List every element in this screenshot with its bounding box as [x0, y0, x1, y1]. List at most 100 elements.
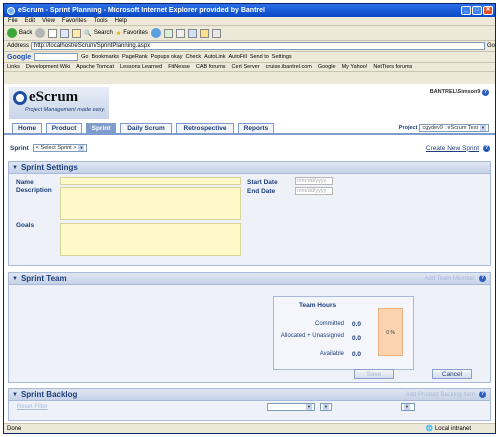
bookmarks-button[interactable]: Bookmarks: [91, 54, 119, 60]
favorites-button[interactable]: ★ Favorites: [116, 30, 148, 37]
autofill-button[interactable]: AutoFill: [228, 54, 246, 60]
help-icon[interactable]: ?: [483, 144, 490, 152]
help-icon[interactable]: ?: [482, 89, 489, 96]
help-icon[interactable]: ?: [479, 391, 486, 398]
link-item[interactable]: Apache Tomcat: [76, 64, 114, 70]
sprint-backlog-header[interactable]: ▼ Sprint Backlog Add Product Backlog Ite…: [8, 388, 491, 401]
filter-dropdown[interactable]: ▼: [320, 403, 332, 411]
menu-help[interactable]: Help: [115, 18, 127, 24]
menu-edit[interactable]: Edit: [25, 18, 35, 24]
edit-icon[interactable]: [187, 28, 197, 38]
link-item[interactable]: FitNesse: [168, 64, 190, 70]
cancel-button[interactable]: Cancel: [432, 369, 472, 379]
star-icon: ★: [115, 30, 122, 37]
tab-retrospective[interactable]: Retrospective: [176, 123, 234, 133]
menu-favorites[interactable]: Favorites: [62, 18, 87, 24]
ie-icon: [7, 6, 15, 15]
collapse-icon[interactable]: ▼: [12, 392, 18, 398]
link-item[interactable]: CAB forums: [196, 64, 226, 70]
allocated-value: 0.0: [352, 335, 362, 342]
hours-percent-bar: 0 %: [378, 308, 403, 356]
tab-bar: Home Product Sprint Daily Scrum Retrospe…: [4, 123, 495, 135]
escrum-logo: eScrum Project Management made easy.: [9, 87, 109, 119]
home-icon[interactable]: [72, 28, 82, 38]
sendto-button[interactable]: Send to: [250, 54, 269, 60]
refresh-icon[interactable]: [60, 28, 70, 38]
maximize-button[interactable]: □: [472, 6, 482, 15]
user-info: BANTREL\Simson9 ?: [430, 89, 489, 96]
address-input[interactable]: http://localhost/eScrum/SprintPlanning.a…: [31, 42, 485, 50]
menu-file[interactable]: File: [8, 18, 18, 24]
link-item[interactable]: NetTiers forums: [373, 64, 412, 70]
link-item[interactable]: Lessons Learned: [120, 64, 162, 70]
sprint-settings-body: Name Description Goals Start Date End Da…: [8, 174, 491, 266]
minimize-button[interactable]: _: [461, 6, 471, 15]
tab-product[interactable]: Product: [46, 123, 82, 133]
end-date-input[interactable]: mm/dd/yyyy: [295, 187, 333, 195]
section-title: Sprint Team: [20, 274, 67, 283]
collapse-icon[interactable]: ▼: [12, 165, 18, 171]
autolink-button[interactable]: AutoLink: [204, 54, 225, 60]
link-item[interactable]: Development Wiki: [26, 64, 70, 70]
create-new-sprint-link[interactable]: Create New Sprint: [426, 145, 479, 152]
popups-button[interactable]: Popups okay: [151, 54, 183, 60]
search-button[interactable]: 🔍 Search: [84, 30, 113, 37]
menu-view[interactable]: View: [42, 18, 55, 24]
print-icon[interactable]: [175, 28, 185, 38]
start-date-label: Start Date: [247, 179, 278, 186]
close-button[interactable]: ✕: [483, 6, 493, 15]
reset-filter-link[interactable]: Reset Filter: [17, 404, 48, 410]
sprint-dropdown[interactable]: < Select Sprint > ▼: [32, 144, 88, 152]
filter-dropdown[interactable]: ▼: [267, 403, 315, 411]
committed-label: Committed: [314, 321, 344, 327]
description-textarea[interactable]: [60, 187, 241, 220]
globe-icon: 🌐: [425, 426, 433, 432]
link-item[interactable]: Google: [318, 64, 336, 70]
start-date-input[interactable]: mm/dd/yyyy: [295, 177, 333, 185]
filter-dropdown[interactable]: ▼: [401, 403, 415, 411]
sprint-settings-header[interactable]: ▼ Sprint Settings: [8, 161, 491, 174]
tab-sprint[interactable]: Sprint: [86, 123, 116, 133]
back-arrow-icon: [7, 28, 17, 38]
add-team-member-link[interactable]: Add Team Member: [424, 276, 475, 282]
logo-text: eScrum: [29, 89, 79, 105]
folder-icon[interactable]: [199, 28, 209, 38]
check-button[interactable]: Check: [185, 54, 201, 60]
tab-reports[interactable]: Reports: [238, 123, 274, 133]
link-item[interactable]: Cert Server: [232, 64, 260, 70]
save-button[interactable]: Save: [354, 369, 394, 379]
sprint-team-header[interactable]: ▼ Sprint Team Add Team Member ?: [8, 272, 491, 285]
name-input[interactable]: [60, 177, 241, 185]
browser-window: eScrum - Sprint Planning - Microsoft Int…: [3, 3, 496, 434]
go-button[interactable]: Go: [487, 43, 495, 49]
goals-textarea[interactable]: [60, 223, 241, 256]
add-backlog-item-link[interactable]: Add Product Backlog Item: [406, 392, 475, 398]
status-text: Done: [7, 425, 22, 432]
google-go-button[interactable]: Go: [81, 54, 88, 60]
tab-home[interactable]: Home: [12, 123, 42, 133]
tool-icon[interactable]: [211, 28, 221, 38]
name-label: Name: [16, 179, 34, 186]
mail-icon[interactable]: [163, 28, 173, 38]
google-search-input[interactable]: [34, 53, 79, 61]
links-label: Links: [7, 64, 20, 70]
link-item[interactable]: My Yahoo!: [342, 64, 368, 70]
title-bar: eScrum - Sprint Planning - Microsoft Int…: [4, 4, 495, 17]
stop-icon[interactable]: [48, 28, 58, 38]
sprint-team-body: Team Hours Committed 0.0 Allocated + Una…: [8, 285, 491, 383]
collapse-icon[interactable]: ▼: [12, 276, 18, 282]
address-bar: Address http://localhost/eScrum/SprintPl…: [4, 41, 495, 52]
chevron-down-icon: ▼: [78, 145, 85, 151]
project-selector: Project cgydev9 : eScrum Test ▼: [399, 124, 489, 132]
forward-button[interactable]: [35, 28, 46, 38]
link-item[interactable]: cruise.ibantrel.com: [266, 64, 312, 70]
project-dropdown[interactable]: cgydev9 : eScrum Test ▼: [419, 124, 489, 132]
help-icon[interactable]: ?: [479, 275, 486, 282]
menu-tools[interactable]: Tools: [94, 18, 108, 24]
goals-label: Goals: [16, 222, 35, 229]
tab-daily-scrum[interactable]: Daily Scrum: [120, 123, 172, 133]
chevron-down-icon: ▼: [404, 404, 410, 410]
back-button[interactable]: Back: [7, 28, 32, 38]
settings-button[interactable]: Settings: [272, 54, 292, 60]
media-icon[interactable]: [150, 28, 161, 38]
